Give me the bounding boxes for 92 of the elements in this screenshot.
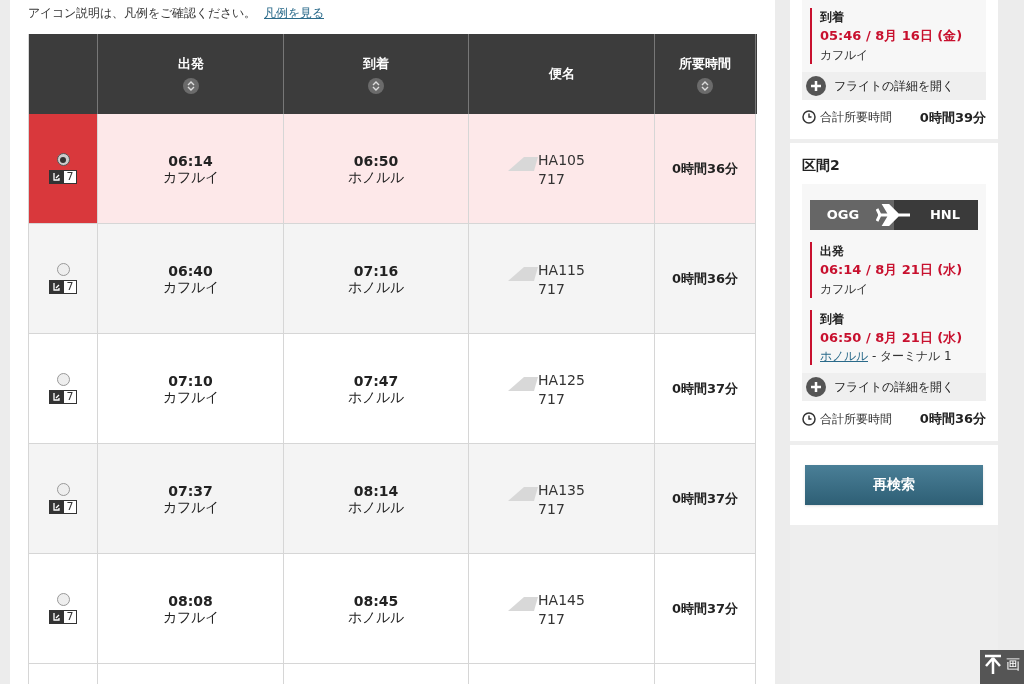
arrival-city: ホノルル <box>348 498 404 515</box>
search-again-button[interactable]: 再検索 <box>805 464 983 505</box>
departure-time: 07:10 <box>168 372 213 389</box>
stop-label: 到着 <box>820 310 845 328</box>
seat-count: 7 <box>63 390 77 404</box>
select-cell[interactable]: 7 <box>29 224 98 334</box>
aircraft-type: 717 <box>538 281 566 297</box>
plus-icon <box>806 75 826 96</box>
departure-city: カフルイ <box>162 608 219 625</box>
arrival-city: ホノルル <box>348 608 404 625</box>
flight-number: HA105 <box>538 151 585 170</box>
seat-count: 7 <box>63 170 77 184</box>
duration: 0時間36分 <box>671 269 739 288</box>
seat-count: 7 <box>63 280 77 294</box>
place-name: カフルイ <box>820 46 868 64</box>
departure-city: カフルイ <box>162 278 219 295</box>
flight-details-button[interactable]: フライトの詳細を開く <box>802 373 986 401</box>
stop-datetime: 06:50 / 8月 21日 (水) <box>820 328 964 347</box>
duration: 0時間36分 <box>671 159 739 178</box>
duration: 0時間37分 <box>671 379 739 398</box>
departure-time: 07:37 <box>168 482 213 499</box>
select-cell[interactable]: 7 <box>29 334 98 444</box>
seat-icon <box>49 280 63 294</box>
flight-number: HA135 <box>538 481 585 500</box>
total-duration: 0時間39分 <box>919 108 986 127</box>
airplane-icon <box>876 204 912 226</box>
total-duration-label: 合計所要時間 <box>820 109 892 127</box>
destination-code: HNL <box>928 206 961 225</box>
aircraft-type: 717 <box>538 501 566 517</box>
select-cell[interactable]: 7 <box>29 114 98 224</box>
radio-button[interactable] <box>56 593 70 606</box>
place-name: カフルイ <box>820 280 868 298</box>
clock-icon <box>802 110 816 125</box>
up-arrow-icon <box>984 654 1002 674</box>
aircraft-type: 717 <box>538 611 566 627</box>
total-duration-label: 合計所要時間 <box>820 410 892 428</box>
tail-fin-icon <box>508 597 539 611</box>
arrival-city: ホノルル <box>348 278 404 295</box>
place-link[interactable]: ホノルル <box>820 347 868 365</box>
terminal-text: - ターミナル 1 <box>872 348 952 365</box>
tail-fin-icon <box>508 157 539 171</box>
tail-fin-icon <box>508 377 539 391</box>
seat-count: 7 <box>63 500 77 514</box>
tail-fin-icon <box>508 487 539 501</box>
notice-text: アイコン説明は、凡例をご確認ください。 <box>28 5 256 22</box>
stop-label: 出発 <box>820 243 845 260</box>
seat-icon <box>49 170 63 184</box>
arrival-time: 08:45 <box>353 592 399 609</box>
flight-number: HA145 <box>538 591 585 610</box>
departure-city: カフルイ <box>162 498 219 515</box>
clock-icon <box>802 411 816 426</box>
radio-button[interactable] <box>56 263 70 276</box>
tail-fin-icon <box>508 267 539 281</box>
sort-icon[interactable] <box>182 77 199 94</box>
stop-datetime: 06:14 / 8月 21日 (水) <box>820 261 964 279</box>
duration: 0時間37分 <box>671 599 739 618</box>
arrival-city: ホノルル <box>348 388 404 405</box>
seat-icon <box>49 390 63 404</box>
departure-time: 06:14 <box>168 152 213 169</box>
aircraft-type: 717 <box>538 171 566 187</box>
departure-time: 06:40 <box>168 262 213 279</box>
page-top-button[interactable]: 画 <box>980 650 1024 684</box>
departure-city: カフルイ <box>162 388 219 405</box>
duration: 0時間37分 <box>671 489 739 508</box>
seat-icon <box>49 610 63 624</box>
select-cell[interactable]: 7 <box>29 554 98 664</box>
select-cell[interactable]: 7 <box>29 444 98 554</box>
sort-icon[interactable] <box>697 77 713 94</box>
stop-datetime: 05:46 / 8月 16日 (金) <box>820 27 964 45</box>
flight-number: HA125 <box>538 371 585 390</box>
sort-icon[interactable] <box>368 77 384 94</box>
arrival-city: ホノルル <box>348 168 404 185</box>
segment-title: 区間2 <box>802 156 841 175</box>
arrival-time: 07:47 <box>353 372 399 389</box>
departure-city: カフルイ <box>162 168 219 185</box>
radio-button[interactable] <box>56 153 70 166</box>
flight-details-button[interactable]: フライトの詳細を開く <box>802 71 986 100</box>
legend-link[interactable]: 凡例を見る <box>264 4 324 22</box>
arrival-time: 07:16 <box>353 262 399 279</box>
seat-count: 7 <box>63 610 77 624</box>
radio-button[interactable] <box>56 373 70 386</box>
origin-code: OGG <box>825 206 861 225</box>
departure-time: 08:08 <box>168 592 213 609</box>
arrival-time: 06:50 <box>353 152 399 169</box>
radio-button[interactable] <box>56 483 70 496</box>
total-duration: 0時間36分 <box>919 410 986 428</box>
aircraft-type: 717 <box>538 391 566 407</box>
stop-label: 到着 <box>820 9 845 26</box>
flight-number: HA115 <box>538 261 585 280</box>
arrival-time: 08:14 <box>353 482 399 499</box>
plus-icon <box>806 377 826 397</box>
seat-icon <box>49 500 63 514</box>
